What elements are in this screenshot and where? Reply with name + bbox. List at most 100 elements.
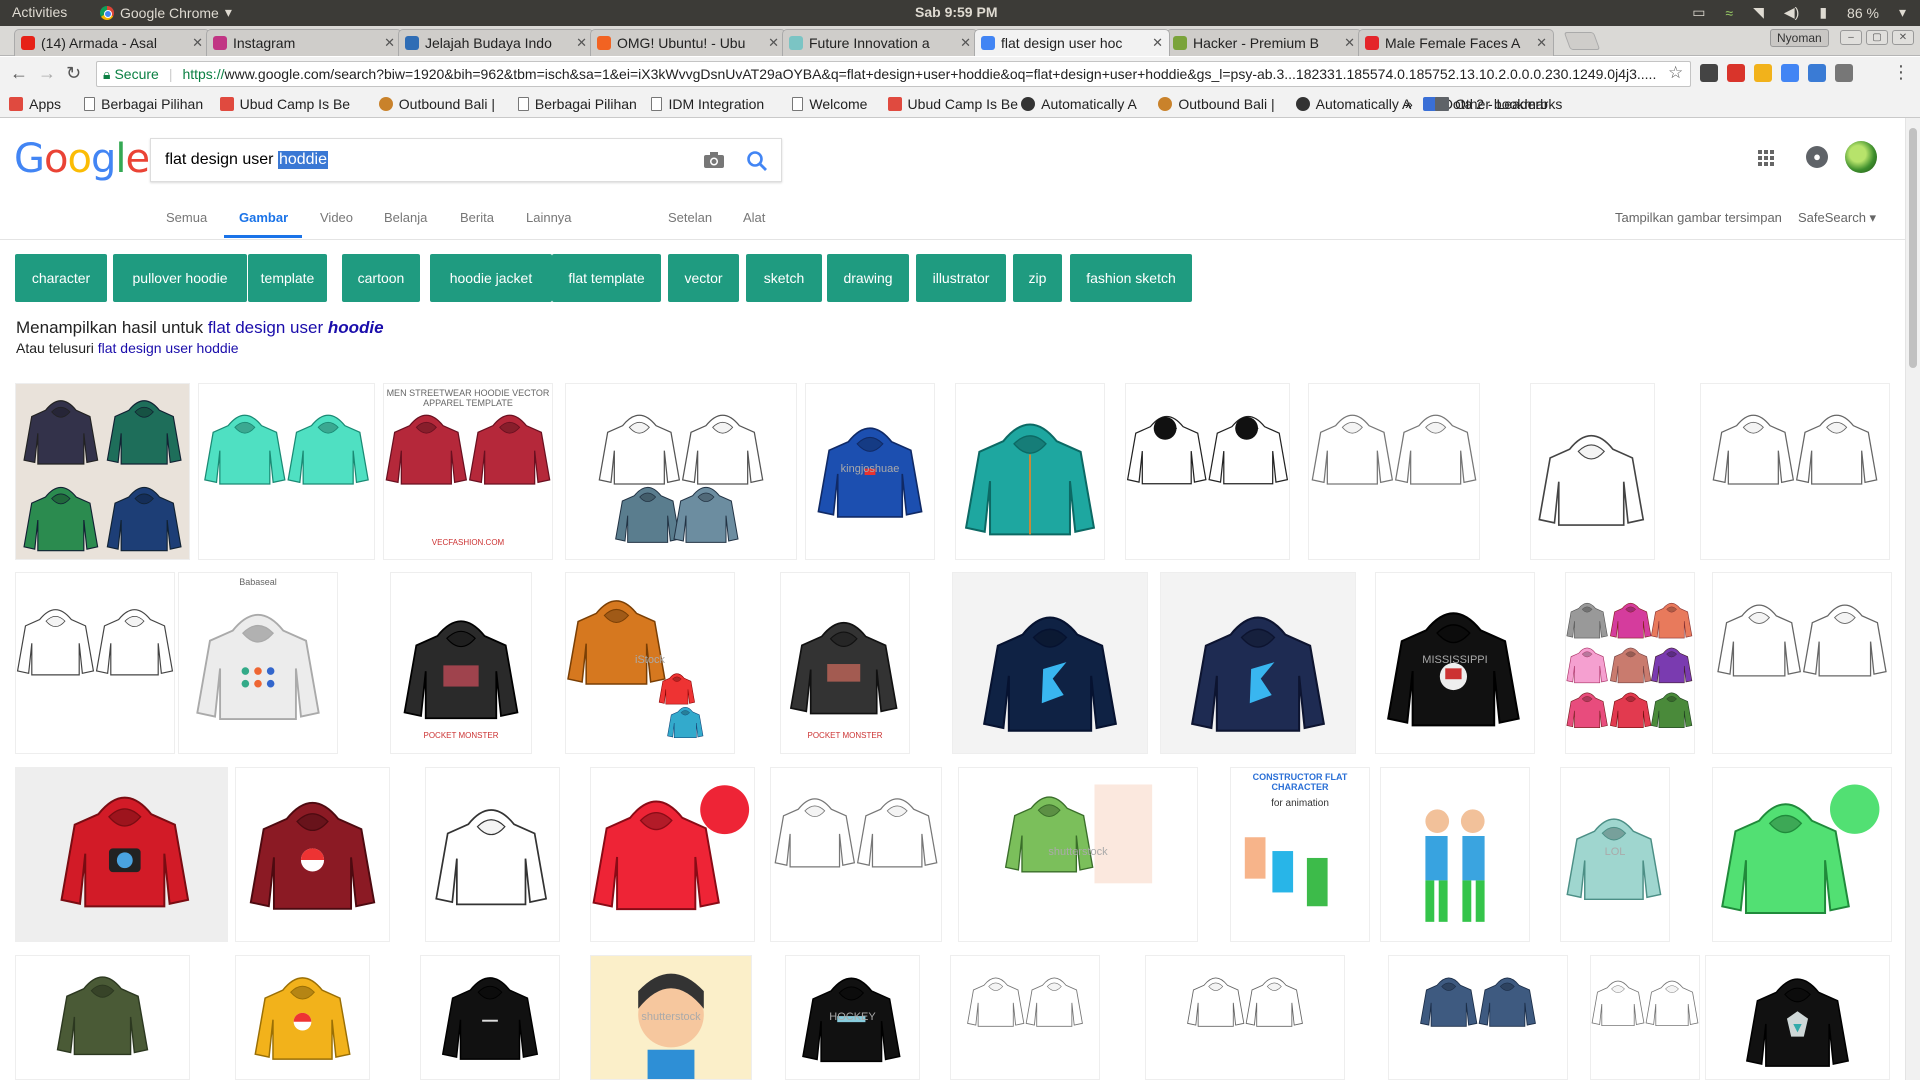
thumb-red-hoodie-detail[interactable] [590,767,755,942]
thumb-constructor-flat-character[interactable]: CONSTRUCTOR FLAT CHARACTER for animation [1230,767,1370,942]
chip-illustrator[interactable]: illustrator [916,254,1006,302]
chip-zip[interactable]: zip [1013,254,1062,302]
thumb-mississippi-hoodie[interactable]: MISSISSIPPI [1375,572,1535,754]
browser-tab[interactable]: OMG! Ubuntu! - Ubu ✕ [590,29,786,56]
system-tray[interactable]: ▭ ≈ ◥ ◀) ▮ 86 % ▾ [1692,4,1906,21]
chip-fashion-sketch[interactable]: fashion sketch [1070,254,1192,302]
close-tab-icon[interactable]: ✕ [1152,35,1163,51]
thumb-red-hoodie-template[interactable]: MEN STREETWEAR HOODIE VECTOR APPAREL TEM… [383,383,553,560]
search-input[interactable]: flat design user hoddie [150,138,782,182]
thumb-green-hoodie-detail[interactable] [1712,767,1892,942]
chip-flat-template[interactable]: flat template [552,254,661,302]
thumb-babaseal-hoodie[interactable]: Babaseal [178,572,338,754]
thumb-pattern-sweaters[interactable] [15,383,190,560]
close-tab-icon[interactable]: ✕ [1536,35,1547,51]
bookmark-item[interactable]: Ubud Camp Is Be [887,96,1018,112]
google-logo[interactable]: Google [14,136,150,182]
scrollbar-thumb[interactable] [1909,128,1917,368]
close-tab-icon[interactable]: ✕ [384,35,395,51]
tab-gambar[interactable]: Gambar [239,210,288,225]
close-tab-icon[interactable]: ✕ [768,35,779,51]
thumb-character-constructor[interactable]: shutterstock [958,767,1198,942]
close-window-button[interactable]: ✕ [1892,30,1914,45]
thumb-maroon-pokeball-hoodie[interactable] [235,767,390,942]
tab-berita[interactable]: Berita [460,210,494,225]
bookmark-star-icon[interactable]: ☆ [1668,63,1683,83]
browser-tab[interactable]: (14) Armada - Asal ✕ [14,29,210,56]
thumb-fitted-sweatshirt[interactable] [1145,955,1345,1080]
safesearch-dropdown[interactable]: SafeSearch ▾ [1798,210,1876,226]
reload-icon[interactable]: ↻ [66,63,81,84]
thumb-turquoise-hoodie[interactable] [198,383,375,560]
thumb-colorful-hoodies[interactable] [1565,572,1695,754]
original-query-link[interactable]: flat design user hoddie [98,340,239,356]
thumb-blue-hoodie[interactable]: kingjoshuae [805,383,935,560]
thumb-cartoon-face[interactable]: shutterstock [590,955,752,1080]
volume-icon[interactable]: ◀) [1784,4,1799,21]
page-scrollbar[interactable] [1905,118,1920,1080]
browser-tab[interactable]: flat design user hoc ✕ [974,29,1170,56]
chrome-menu-icon[interactable]: ⋮ [1892,62,1910,83]
bookmark-item[interactable]: Outbound Bali | [1158,96,1275,112]
thumb-navy-hoodie-logo-2[interactable] [1160,572,1356,754]
forward-arrow-icon[interactable]: → [38,63,56,84]
tab-alat[interactable]: Alat [743,210,765,225]
bookmark-item[interactable]: Apps [9,96,61,112]
clock[interactable]: Sab 9:59 PM [915,4,997,20]
maximize-button[interactable]: ▢ [1866,30,1888,45]
thumb-navy-hoodie-logo[interactable] [952,572,1148,754]
thumb-zip-hoodie-outline[interactable] [1700,383,1890,560]
extension-dots-icon[interactable] [1727,64,1745,82]
saved-images-link[interactable]: Tampilkan gambar tersimpan [1615,210,1782,225]
thumb-camo-hoodie[interactable] [15,955,190,1080]
back-arrow-icon[interactable]: ← [10,63,28,84]
thumb-black-hoodie[interactable] [420,955,560,1080]
corrected-query-link[interactable]: flat design user hoodie [208,318,384,337]
chip-vector[interactable]: vector [668,254,739,302]
camera-icon[interactable] [703,152,725,169]
browser-tab[interactable]: Male Female Faces A ✕ [1358,29,1554,56]
bookmark-item[interactable]: Automatically A [1295,96,1411,112]
search-icon[interactable] [746,150,768,172]
bookmark-item[interactable]: Automatically A [1021,96,1137,112]
browser-tab[interactable]: Future Innovation a ✕ [782,29,978,56]
thumb-istock-hoodies[interactable]: iStock [565,572,735,754]
bookmark-item[interactable]: Ubud Camp Is Be [219,96,350,112]
chip-cartoon[interactable]: cartoon [342,254,420,302]
thumb-hoodie-models[interactable] [1125,383,1290,560]
bookmarks-overflow[interactable]: » [1405,96,1413,112]
bookmark-item[interactable]: Welcome [792,96,867,112]
chip-character[interactable]: character [15,254,107,302]
activities-button[interactable]: Activities [12,4,67,20]
google-apps-icon[interactable] [1758,150,1774,166]
thumb-hoodie-sketch[interactable] [425,767,560,942]
thumb-yellow-pokeball-hoodie[interactable] [235,955,370,1080]
profile-badge[interactable]: Nyoman [1770,29,1829,47]
chevron-down-icon[interactable]: ▾ [1899,4,1906,21]
wifi-icon[interactable]: ≈ [1725,5,1733,21]
thumb-teal-jacket[interactable] [955,383,1105,560]
browser-tab[interactable]: Jelajah Budaya Indo ✕ [398,29,594,56]
address-bar[interactable]: 🔒︎ Secure | https:// www.google.com/sear… [96,61,1691,87]
notifications-icon[interactable]: ● [1806,146,1828,168]
thumb-zip-hoodie-sketch[interactable] [770,767,942,942]
thumb-hoodie-outline-2[interactable] [1712,572,1892,754]
tab-semua[interactable]: Semua [166,210,207,225]
thumb-hoodie-outline-3[interactable] [1590,955,1700,1080]
close-tab-icon[interactable]: ✕ [192,35,203,51]
avatar[interactable] [1845,141,1877,173]
thumb-pocket-monster-woman[interactable]: POCKET MONSTER [780,572,910,754]
extension-v-icon[interactable] [1754,64,1772,82]
screen-icon[interactable]: ▭ [1692,4,1705,21]
thumb-gundam-hoodie[interactable] [1705,955,1890,1080]
app-menu[interactable]: Google Chrome ▾ [100,4,232,21]
browser-tab[interactable]: Instagram ✕ [206,29,402,56]
chip-sketch[interactable]: sketch [746,254,822,302]
bookmark-item[interactable]: Berbagai Pilihan [517,96,637,112]
minimize-button[interactable]: – [1840,30,1862,45]
new-tab-button[interactable] [1563,32,1601,50]
extension-g-icon[interactable] [1781,64,1799,82]
browser-tab[interactable]: Hacker - Premium B ✕ [1166,29,1362,56]
thumb-denim-hoodie[interactable] [1388,955,1568,1080]
bookmark-item[interactable]: Outbound Bali | [378,96,495,112]
